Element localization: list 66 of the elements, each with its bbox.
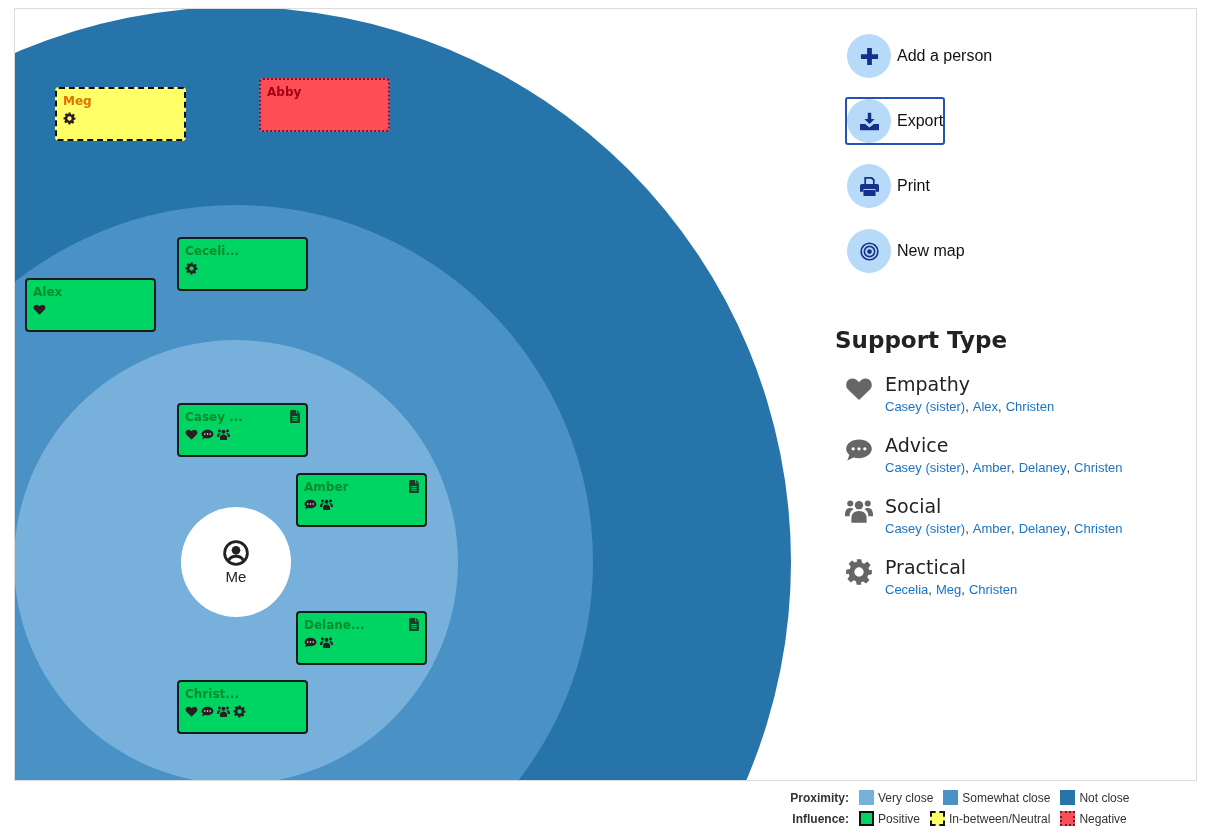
speech-bubble-icon bbox=[201, 428, 214, 441]
person-link[interactable]: Delaney bbox=[1018, 460, 1067, 475]
person-name: Delane... bbox=[304, 617, 365, 633]
action-button[interactable]: Print bbox=[845, 162, 932, 210]
action-button[interactable]: Export bbox=[845, 97, 946, 145]
person-link[interactable]: Christen bbox=[1005, 399, 1055, 414]
person-link[interactable]: Amber bbox=[972, 460, 1012, 475]
separator-text: , bbox=[1011, 460, 1015, 475]
legend-label: In-between/Neutral bbox=[949, 811, 1051, 826]
person-link[interactable]: Christen bbox=[1074, 521, 1123, 536]
heart-icon bbox=[33, 303, 46, 316]
action-button[interactable]: Add a person bbox=[845, 32, 995, 80]
legend-label: Very close bbox=[878, 790, 934, 805]
person-link[interactable]: Christen bbox=[1074, 460, 1123, 475]
people-group-icon bbox=[217, 705, 230, 718]
people-group-icon bbox=[320, 498, 333, 511]
gear-icon bbox=[185, 262, 198, 275]
person-link[interactable]: Delaney bbox=[1018, 521, 1067, 536]
plus-icon bbox=[859, 46, 879, 66]
heart-icon bbox=[185, 428, 198, 441]
target-icon bbox=[859, 241, 879, 261]
person-name: Meg bbox=[63, 93, 92, 109]
person-card[interactable]: Meg bbox=[55, 87, 186, 141]
legend-heading: Influence: bbox=[791, 811, 849, 826]
support-type-label: Empathy bbox=[885, 373, 971, 395]
user-icon bbox=[223, 539, 249, 566]
person-name: Alex bbox=[33, 284, 63, 300]
legend-heading: Proximity: bbox=[789, 790, 849, 805]
people-group-icon bbox=[320, 636, 333, 649]
speech-bubble-icon bbox=[304, 498, 317, 511]
legend-label: Negative bbox=[1079, 811, 1127, 826]
separator-text: , bbox=[928, 582, 932, 597]
people-group-icon bbox=[217, 428, 230, 441]
separator-text: , bbox=[961, 582, 965, 597]
support-type-label: Practical bbox=[885, 556, 968, 578]
action-button[interactable]: New map bbox=[845, 227, 967, 275]
center-label: Me bbox=[225, 567, 247, 585]
heart-icon bbox=[185, 705, 198, 718]
section-heading: Support Type bbox=[835, 327, 1009, 353]
gear-icon bbox=[63, 112, 76, 125]
separator-text: , bbox=[965, 521, 969, 536]
legend-label: Not close bbox=[1079, 790, 1130, 805]
download-icon bbox=[859, 111, 879, 131]
person-link[interactable]: Amber bbox=[972, 521, 1012, 536]
speech-bubble-icon bbox=[201, 705, 214, 718]
person-name: Amber bbox=[304, 479, 349, 495]
person-name: Casey ... bbox=[185, 409, 243, 425]
speech-bubble-icon bbox=[304, 636, 317, 649]
person-name: Christ... bbox=[185, 686, 239, 702]
legend-label: Positive bbox=[878, 811, 921, 826]
support-type-label: Social bbox=[885, 495, 943, 517]
person-link[interactable]: Christen bbox=[968, 582, 1018, 597]
support-type-label: Advice bbox=[885, 434, 950, 456]
separator-text: , bbox=[1011, 521, 1015, 536]
person-name: Abby bbox=[267, 84, 302, 100]
separator-text: , bbox=[998, 399, 1002, 414]
people-group-icon bbox=[845, 497, 873, 525]
gear-icon bbox=[233, 705, 246, 718]
separator-text: , bbox=[1066, 460, 1071, 475]
printer-icon bbox=[859, 176, 879, 196]
separator-text: , bbox=[1066, 521, 1071, 536]
separator-text: , bbox=[965, 460, 969, 475]
gear-icon bbox=[845, 558, 873, 586]
separator-text: , bbox=[965, 399, 969, 414]
legend-label: Somewhat close bbox=[962, 790, 1051, 805]
person-name: Ceceli... bbox=[185, 243, 240, 259]
